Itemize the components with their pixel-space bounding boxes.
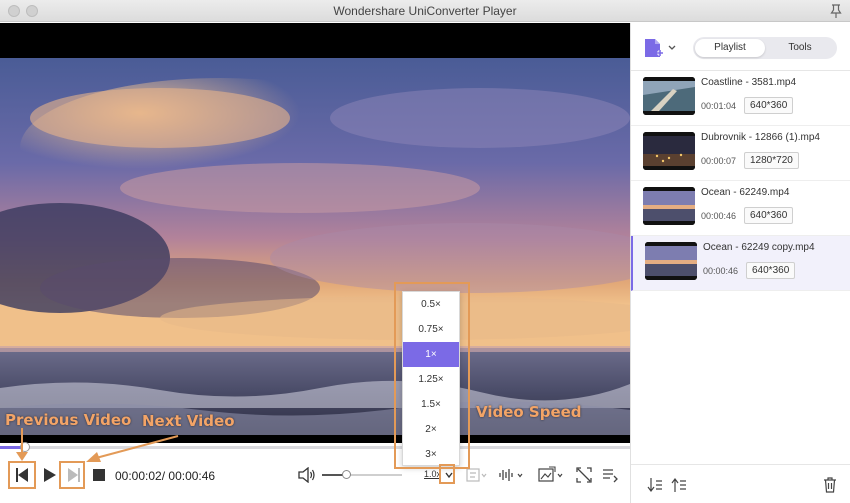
trash-icon[interactable] — [823, 477, 837, 493]
time-display: 00:00:02/ 00:00:46 — [115, 469, 215, 483]
sidebar-footer — [631, 464, 850, 503]
playlist-item-name: Ocean - 62249.mp4 — [701, 187, 790, 198]
volume-handle[interactable] — [342, 470, 351, 479]
tab-playlist[interactable]: Playlist — [695, 39, 765, 57]
pin-icon[interactable] — [828, 3, 844, 19]
playlist-item-active[interactable]: Ocean - 62249 copy.mp4 00:00:46 640*360 — [631, 236, 850, 291]
title-bar: Wondershare UniConverter Player — [0, 0, 850, 22]
sidebar: Playlist Tools Coastline - 3581.mp4 00:0… — [630, 23, 850, 503]
video-viewport[interactable] — [0, 23, 630, 443]
video-thumbnail — [643, 132, 695, 170]
annotation-next-label: Next Video — [142, 412, 235, 430]
volume-icon[interactable] — [298, 467, 316, 483]
annotation-previous-label: Previous Video — [5, 411, 132, 429]
tab-tools[interactable]: Tools — [765, 39, 835, 57]
playlist-item-name: Ocean - 62249 copy.mp4 — [703, 242, 815, 253]
playlist-item-resolution: 640*360 — [744, 97, 794, 114]
move-up-icon[interactable] — [671, 477, 687, 493]
playlist-item[interactable]: Coastline - 3581.mp4 00:01:04 640*360 — [631, 71, 850, 126]
playlist-item-duration: 00:01:04 — [701, 101, 737, 111]
add-file-icon[interactable] — [643, 37, 677, 59]
playlist-item-duration: 00:00:07 — [701, 156, 737, 166]
annotation-speed-box — [394, 282, 470, 469]
video-thumbnail — [643, 187, 695, 225]
playlist-item-resolution: 640*360 — [746, 262, 796, 279]
stop-icon[interactable] — [92, 468, 106, 482]
volume-slider[interactable] — [322, 470, 402, 479]
playlist-item[interactable]: Ocean - 62249.mp4 00:00:46 640*360 — [631, 181, 850, 236]
current-time: 00:00:02 — [115, 469, 162, 483]
playlist-item-duration: 00:00:46 — [701, 211, 737, 221]
sidebar-header: Playlist Tools — [631, 23, 850, 71]
playlist-item-duration: 00:00:46 — [703, 266, 739, 276]
playlist-item-resolution: 640*360 — [744, 207, 794, 224]
playlist-item-resolution: 1280*720 — [744, 152, 799, 169]
sidebar-tabs: Playlist Tools — [693, 37, 837, 59]
window-title: Wondershare UniConverter Player — [333, 4, 517, 18]
annotation-speed-label: Video Speed — [476, 403, 582, 421]
playlist-item-name: Dubrovnik - 12866 (1).mp4 — [701, 132, 820, 143]
video-thumbnail — [643, 77, 695, 115]
playlist-item-name: Coastline - 3581.mp4 — [701, 77, 797, 88]
fullscreen-icon[interactable] — [575, 466, 593, 484]
video-frame — [0, 58, 630, 435]
playlist-toggle-icon[interactable] — [602, 467, 618, 483]
subtitle-icon[interactable] — [466, 467, 488, 483]
move-down-icon[interactable] — [647, 477, 663, 493]
screenshot-icon[interactable] — [538, 466, 566, 484]
video-thumbnail — [645, 242, 697, 280]
playlist-item[interactable]: Dubrovnik - 12866 (1).mp4 00:00:07 1280*… — [631, 126, 850, 181]
audio-track-icon[interactable] — [498, 467, 526, 483]
total-time: 00:00:46 — [168, 469, 216, 483]
annotation-speed-selector-box — [439, 464, 455, 484]
